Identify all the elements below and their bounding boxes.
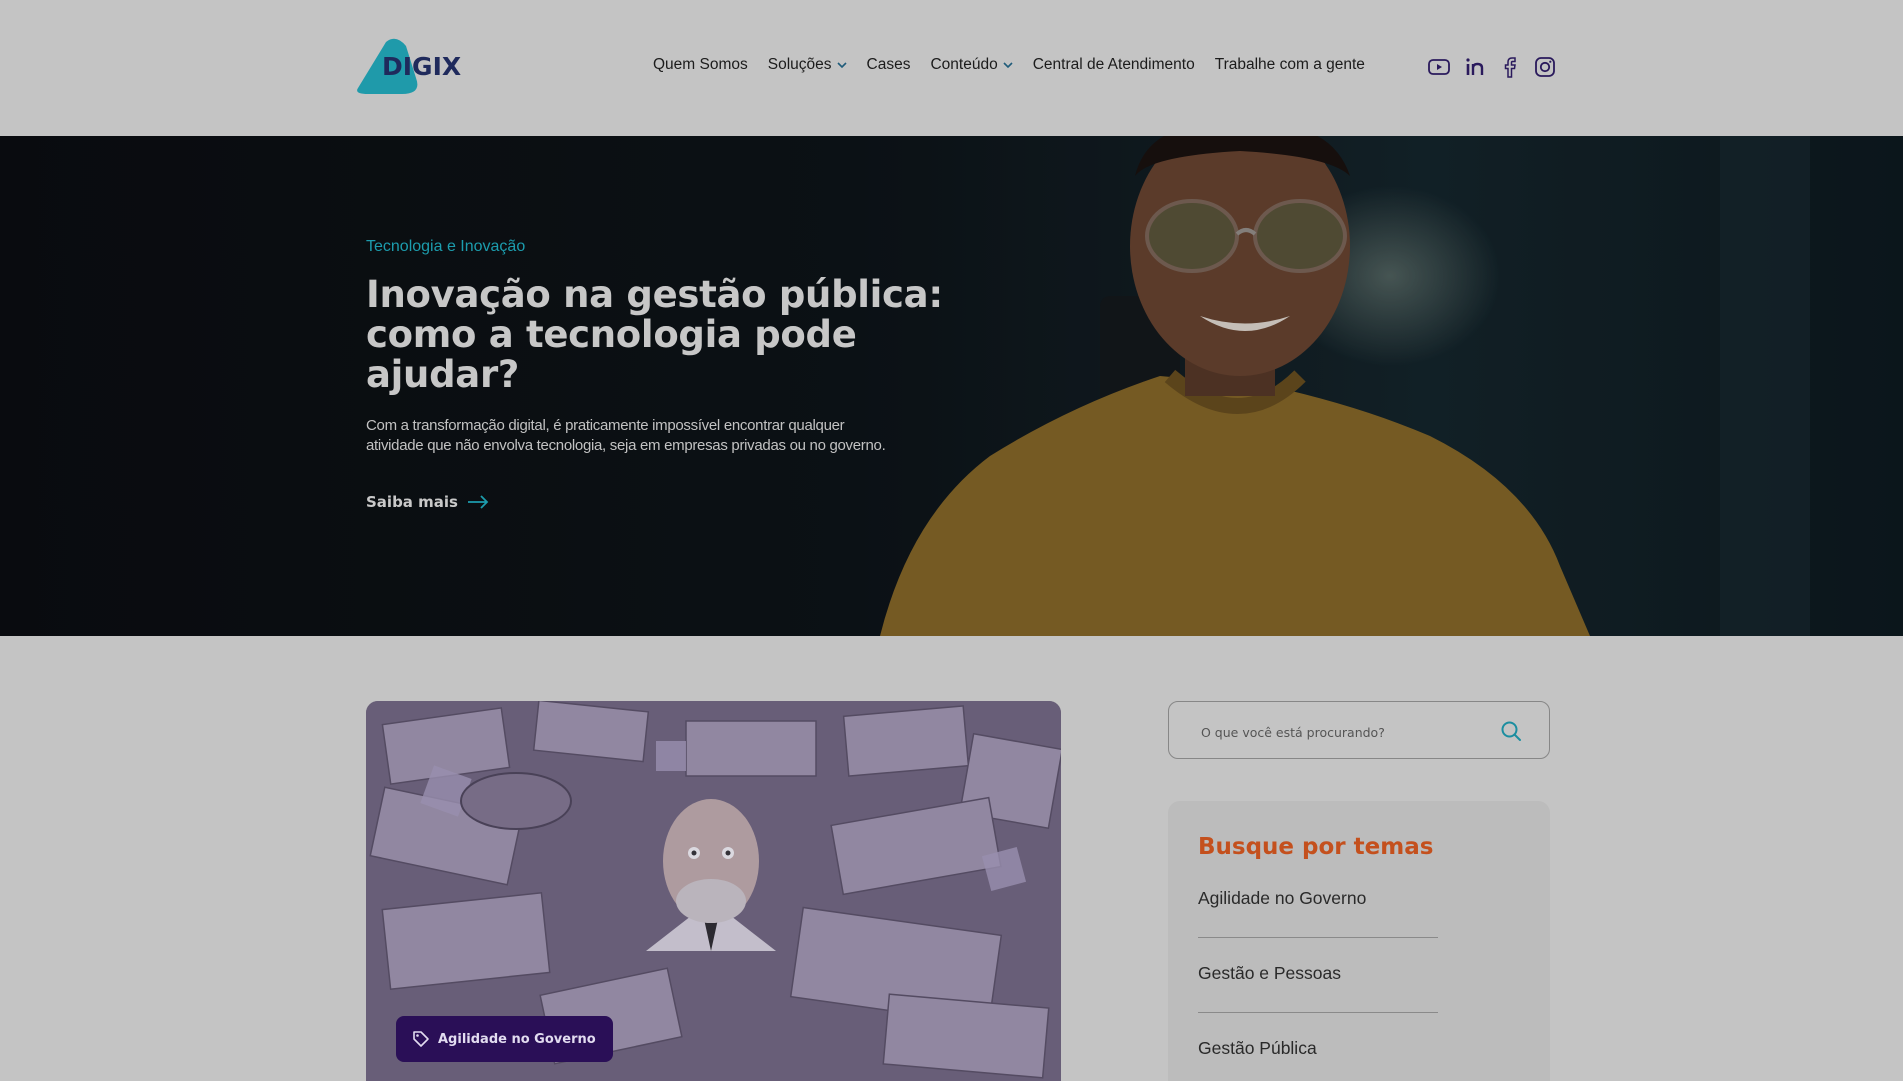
themes-panel: Busque por temas Agilidade no Governo Ge… xyxy=(1168,801,1550,1081)
search-input[interactable] xyxy=(1199,720,1503,744)
theme-gestao-publica[interactable]: Gestão Pública xyxy=(1198,1038,1317,1059)
chevron-down-icon xyxy=(1003,62,1013,69)
saiba-mais-label: Saiba mais xyxy=(366,493,458,511)
theme-gestao-pessoas[interactable]: Gestão e Pessoas xyxy=(1198,963,1341,984)
main-nav: Quem Somos Soluções Cases Conteúdo Centr… xyxy=(653,56,1385,74)
search-icon[interactable] xyxy=(1499,719,1523,743)
logo-text: DIGIX xyxy=(382,52,461,81)
divider xyxy=(1198,1012,1438,1013)
divider xyxy=(1198,937,1438,938)
linkedin-icon[interactable] xyxy=(1463,55,1487,79)
themes-title: Busque por temas xyxy=(1198,834,1434,860)
theme-agilidade-governo[interactable]: Agilidade no Governo xyxy=(1198,888,1366,909)
hero-description: Com a transformação digital, é praticame… xyxy=(366,417,886,454)
search-box xyxy=(1168,701,1550,759)
nav-trabalhe-conosco[interactable]: Trabalhe com a gente xyxy=(1215,56,1365,74)
youtube-icon[interactable] xyxy=(1427,55,1451,79)
chevron-down-icon xyxy=(836,62,847,69)
hero-title: Inovação na gestão pública: como a tecno… xyxy=(366,273,943,396)
saiba-mais-link[interactable]: Saiba mais xyxy=(366,493,490,511)
featured-post-card[interactable]: Agilidade no Governo xyxy=(366,701,1061,1081)
badge-label: Agilidade no Governo xyxy=(438,1031,596,1047)
instagram-icon[interactable] xyxy=(1533,55,1557,79)
nav-central-atendimento[interactable]: Central de Atendimento xyxy=(1033,56,1195,74)
hero-category[interactable]: Tecnologia e Inovação xyxy=(366,238,525,256)
tag-icon xyxy=(413,1031,429,1047)
nav-solucoes[interactable]: Soluções xyxy=(768,56,847,74)
arrow-right-icon xyxy=(467,495,489,509)
nav-cases[interactable]: Cases xyxy=(867,56,911,74)
facebook-icon[interactable] xyxy=(1498,55,1522,79)
nav-quem-somos[interactable]: Quem Somos xyxy=(653,56,748,74)
site-header: DIGIX Quem Somos Soluções Cases Conteúdo… xyxy=(0,0,1903,136)
category-badge[interactable]: Agilidade no Governo xyxy=(396,1016,613,1062)
nav-conteudo[interactable]: Conteúdo xyxy=(930,56,1013,74)
hero-banner: Tecnologia e Inovação Inovação na gestão… xyxy=(0,136,1903,636)
digix-logo[interactable]: DIGIX xyxy=(356,38,472,96)
